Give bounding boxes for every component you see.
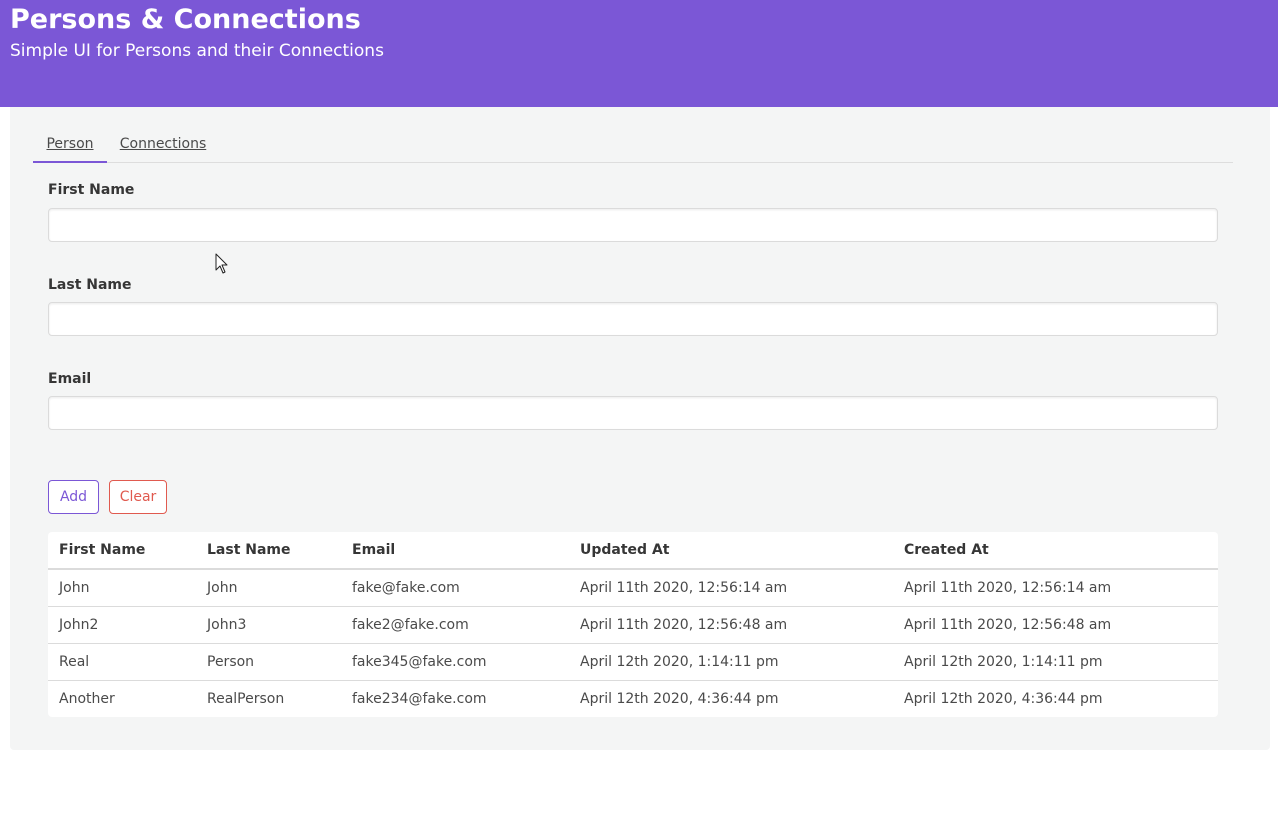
cell-updated-at: April 11th 2020, 12:56:48 am: [569, 606, 893, 644]
cell-last-name: John3: [196, 606, 341, 644]
cell-first-name: Another: [59, 691, 115, 707]
main-card: Person Connections First Name Last Name …: [10, 107, 1270, 750]
cell-first-name: Real: [48, 643, 196, 681]
column-header-first-name[interactable]: First Name: [48, 532, 196, 570]
cell-email: fake2@fake.com: [341, 606, 569, 644]
tab-connections[interactable]: Connections: [118, 127, 208, 162]
first-name-label: First Name: [48, 182, 135, 198]
table-row[interactable]: Another RealPerson fake234@fake.com Apri…: [48, 681, 1218, 718]
table-row[interactable]: Real Person fake345@fake.com April 12th …: [48, 643, 1218, 681]
cell-email: fake234@fake.com: [352, 691, 487, 707]
mouse-pointer-icon: [215, 253, 228, 274]
cell-created-at: April 12th 2020, 1:14:11 pm: [893, 643, 1218, 681]
last-name-input[interactable]: [48, 302, 1218, 336]
table-row[interactable]: John John fake@fake.com April 11th 2020,…: [48, 569, 1218, 607]
cell-email: fake345@fake.com: [341, 643, 569, 681]
persons-table: First Name Last Name Email Updated At Cr…: [48, 532, 1218, 717]
cell-last-name: John: [196, 569, 341, 607]
cell-created-at: April 12th 2020, 4:36:44 pm: [904, 691, 1103, 707]
page-title: Persons & Connections: [10, 4, 361, 35]
tab-person[interactable]: Person: [33, 127, 107, 163]
cell-updated-at: April 11th 2020, 12:56:14 am: [569, 569, 893, 607]
cell-created-at: April 11th 2020, 12:56:14 am: [893, 569, 1218, 607]
cell-created-at: April 11th 2020, 12:56:48 am: [893, 606, 1218, 644]
cell-last-name: RealPerson: [207, 691, 285, 707]
add-button[interactable]: Add: [48, 480, 99, 514]
email-label: Email: [48, 371, 92, 387]
cell-first-name: John: [48, 569, 196, 607]
first-name-input[interactable]: [48, 208, 1218, 242]
cell-updated-at: April 12th 2020, 1:14:11 pm: [569, 643, 893, 681]
table-header-row: First Name Last Name Email Updated At Cr…: [48, 532, 1218, 570]
column-header-updated-at[interactable]: Updated At: [569, 532, 893, 570]
cell-first-name: John2: [48, 606, 196, 644]
clear-button[interactable]: Clear: [109, 480, 167, 514]
table-row[interactable]: John2 John3 fake2@fake.com April 11th 20…: [48, 606, 1218, 644]
column-header-created-at[interactable]: Created At: [893, 532, 1218, 570]
column-header-email[interactable]: Email: [341, 532, 569, 570]
cell-updated-at: April 12th 2020, 4:36:44 pm: [580, 691, 779, 707]
cell-email: fake@fake.com: [341, 569, 569, 607]
cell-last-name: Person: [196, 643, 341, 681]
column-header-last-name[interactable]: Last Name: [196, 532, 341, 570]
persons-table-container: First Name Last Name Email Updated At Cr…: [48, 532, 1218, 717]
hero-header: Persons & Connections Simple UI for Pers…: [0, 0, 1278, 107]
tab-bar: Person Connections: [33, 127, 1233, 163]
last-name-label: Last Name: [48, 277, 132, 293]
email-input[interactable]: [48, 396, 1218, 430]
page-subtitle: Simple UI for Persons and their Connecti…: [10, 41, 384, 61]
